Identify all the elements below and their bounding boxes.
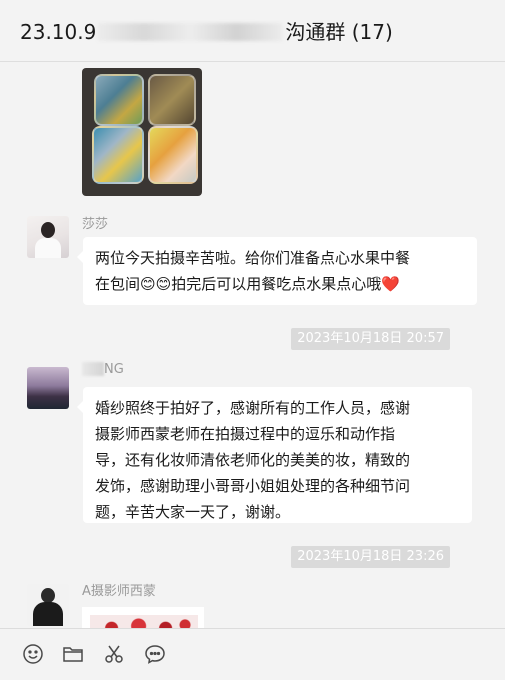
photo-jar: [148, 126, 198, 184]
chat-header: 23.10.9 沟通群 (17): [0, 0, 505, 62]
redacted-title-segment: [98, 23, 284, 41]
message-list[interactable]: 莎莎 两位今天拍摄辛苦啦。给你们准备点心水果中餐 在包间😊😊拍完后可以用餐吃点水…: [0, 62, 505, 628]
chat-title-prefix: 23.10.9: [20, 20, 97, 44]
avatar-photographer[interactable]: [27, 584, 69, 626]
emoji-icon[interactable]: [22, 643, 44, 665]
image-message-roses[interactable]: [82, 607, 204, 628]
sender-name-text: NG: [104, 362, 124, 377]
photo-jar: [148, 74, 196, 126]
timestamp-badge: 2023年10月18日 23:26: [291, 546, 450, 568]
sender-name: 莎莎: [82, 217, 109, 232]
roses-image: [90, 615, 198, 628]
message-bubble[interactable]: 婚纱照终于拍好了，感谢所有的工作人员，感谢 摄影师西蒙老师在拍摄过程中的逗乐和动…: [77, 387, 472, 523]
chat-title-suffix: 沟通群 (17): [285, 20, 393, 44]
folder-icon[interactable]: [62, 643, 84, 665]
avatar-shasha[interactable]: [27, 216, 69, 258]
avatar-head: [41, 222, 55, 238]
avatar-ng[interactable]: [27, 367, 69, 409]
image-message-snacks[interactable]: [82, 68, 202, 196]
avatar-head: [41, 588, 55, 603]
chat-title[interactable]: 23.10.9 沟通群 (17): [20, 16, 393, 45]
sender-name: A摄影师西蒙: [82, 584, 156, 599]
avatar-body: [35, 238, 61, 258]
scissors-icon[interactable]: [103, 643, 125, 665]
timestamp-badge: 2023年10月18日 20:57: [291, 328, 450, 350]
message-bubble[interactable]: 两位今天拍摄辛苦啦。给你们准备点心水果中餐 在包间😊😊拍完后可以用餐吃点水果点心…: [77, 237, 477, 305]
photo-jar: [94, 74, 144, 126]
photo-jar: [92, 126, 144, 184]
avatar-body: [33, 602, 63, 626]
sender-name: NG: [82, 362, 124, 377]
input-toolbar: [0, 628, 505, 680]
chat-icon[interactable]: [144, 643, 166, 665]
